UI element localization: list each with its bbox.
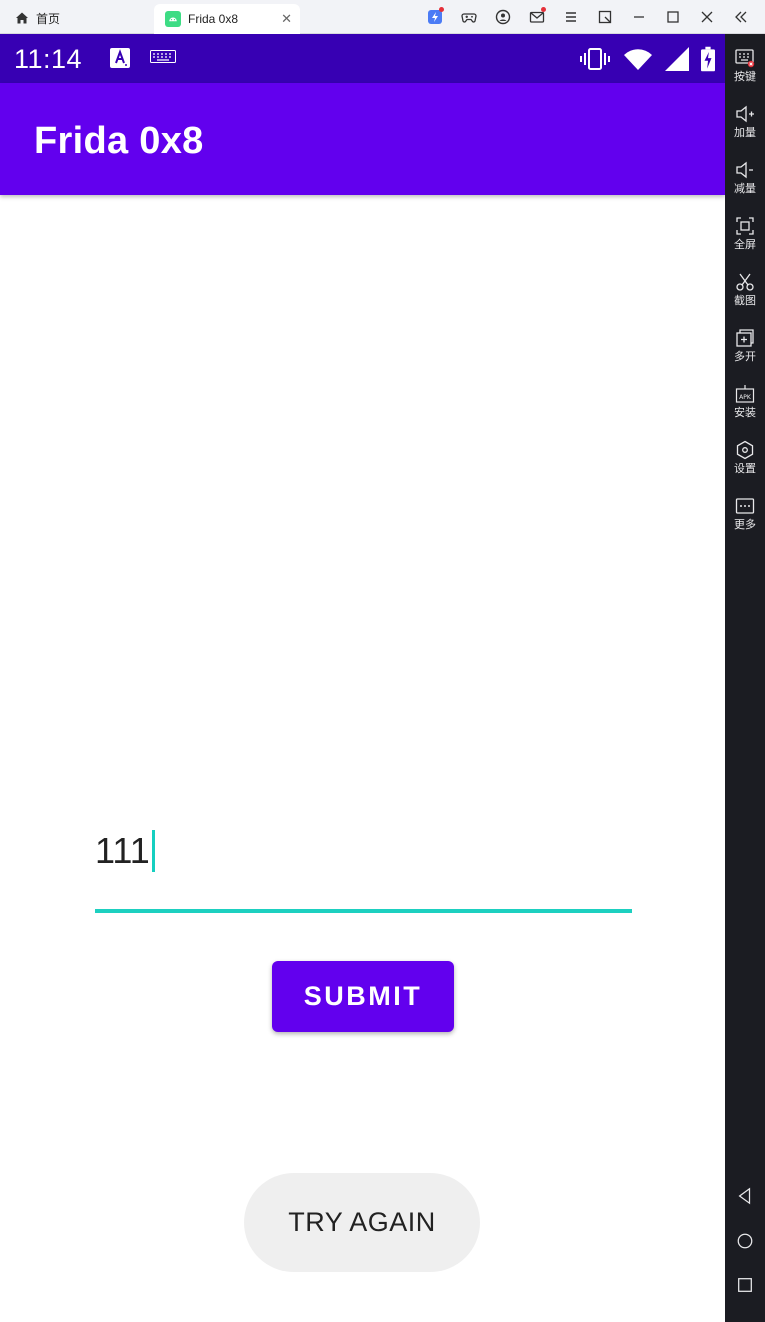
status-clock: 11:14	[14, 44, 83, 74]
more-icon	[735, 498, 755, 514]
sidebar-multi-instance[interactable]: 多开	[725, 328, 765, 364]
sidebar-label-keymap: 按键	[734, 71, 756, 83]
sidebar-label-screenshot: 截图	[734, 295, 756, 307]
mail-icon[interactable]	[526, 7, 548, 27]
window-pin-icon[interactable]	[594, 7, 616, 27]
wifi-icon	[624, 49, 652, 70]
flag-input-field[interactable]: 111	[95, 824, 632, 914]
settings-hex-icon	[736, 440, 754, 460]
app-tab-label: Frida 0x8	[188, 12, 239, 26]
sidebar-more[interactable]: 更多	[725, 496, 765, 532]
minimize-icon[interactable]	[628, 7, 650, 27]
emulator-title-bar: 首页 Frida 0x8 ✕	[0, 0, 765, 34]
apk-icon: APK	[735, 385, 755, 403]
app-bar: Frida 0x8	[0, 83, 725, 195]
android-app-icon	[165, 11, 181, 27]
submit-button[interactable]: SUBMIT	[272, 961, 454, 1032]
sidebar-label-settings: 设置	[734, 463, 756, 475]
app-title: Frida 0x8	[34, 120, 204, 162]
scissors-icon	[736, 273, 754, 291]
try-again-button[interactable]: TRY AGAIN	[244, 1173, 480, 1272]
speedup-icon[interactable]	[424, 7, 446, 27]
volume-up-icon	[736, 105, 754, 123]
back-triangle-icon	[738, 1187, 751, 1205]
sidebar-label-volume-down: 减量	[734, 183, 756, 195]
sidebar-screenshot[interactable]: 截图	[725, 272, 765, 308]
battery-charging-icon	[701, 46, 715, 72]
sidebar-install-apk[interactable]: APK 安装	[725, 384, 765, 420]
emulator-sidebar: 按键 加量 减量 全屏 截图 多开 APK 安装 设置 更多	[725, 34, 765, 1322]
maximize-icon[interactable]	[662, 7, 684, 27]
close-tab-icon[interactable]: ✕	[281, 11, 292, 27]
vibrate-icon	[580, 48, 610, 70]
status-bar: 11:14	[0, 34, 725, 83]
multi-instance-icon	[736, 329, 754, 347]
accessibility-a-icon	[110, 48, 130, 68]
account-icon[interactable]	[492, 7, 514, 27]
cellular-signal-icon	[665, 47, 689, 71]
sidebar-fullscreen[interactable]: 全屏	[725, 216, 765, 252]
keyboard-status-icon	[150, 50, 176, 63]
home-tab-label: 首页	[36, 11, 61, 26]
home-circle-icon	[737, 1233, 753, 1249]
sidebar-label-fullscreen: 全屏	[734, 239, 756, 251]
text-cursor	[151, 830, 155, 872]
sidebar-volume-up[interactable]: 加量	[725, 104, 765, 140]
nav-back-button[interactable]	[735, 1186, 755, 1206]
volume-down-icon	[736, 161, 753, 179]
sidebar-label-more: 更多	[734, 519, 756, 531]
keyboard-icon	[735, 49, 755, 68]
sidebar-volume-down[interactable]: 减量	[725, 160, 765, 196]
collapse-sidebar-icon[interactable]	[730, 7, 752, 27]
recents-square-icon	[738, 1278, 752, 1292]
android-screen: 11:14 Frida 0x8 111 SUBMIT TRY AGAIN	[0, 34, 725, 1322]
menu-icon[interactable]	[560, 7, 582, 27]
close-window-icon[interactable]	[696, 7, 718, 27]
nav-recents-button[interactable]	[735, 1275, 755, 1295]
sidebar-label-multi-instance: 多开	[734, 351, 756, 363]
nav-home-button[interactable]	[735, 1231, 755, 1251]
app-tab[interactable]: Frida 0x8 ✕	[154, 4, 300, 34]
input-value: 111	[95, 830, 150, 871]
home-tab[interactable]: 首页	[14, 6, 60, 30]
svg-text:APK: APK	[739, 394, 752, 401]
sidebar-label-install: 安装	[734, 407, 756, 419]
sidebar-settings[interactable]: 设置	[725, 440, 765, 476]
fullscreen-icon	[736, 217, 754, 235]
home-icon	[16, 12, 28, 24]
input-underline	[95, 909, 632, 913]
sidebar-label-volume-up: 加量	[734, 127, 756, 139]
sidebar-keymap[interactable]: 按键	[725, 48, 765, 84]
emulator-toolbar	[424, 7, 764, 27]
gamepad-icon[interactable]	[458, 7, 480, 27]
